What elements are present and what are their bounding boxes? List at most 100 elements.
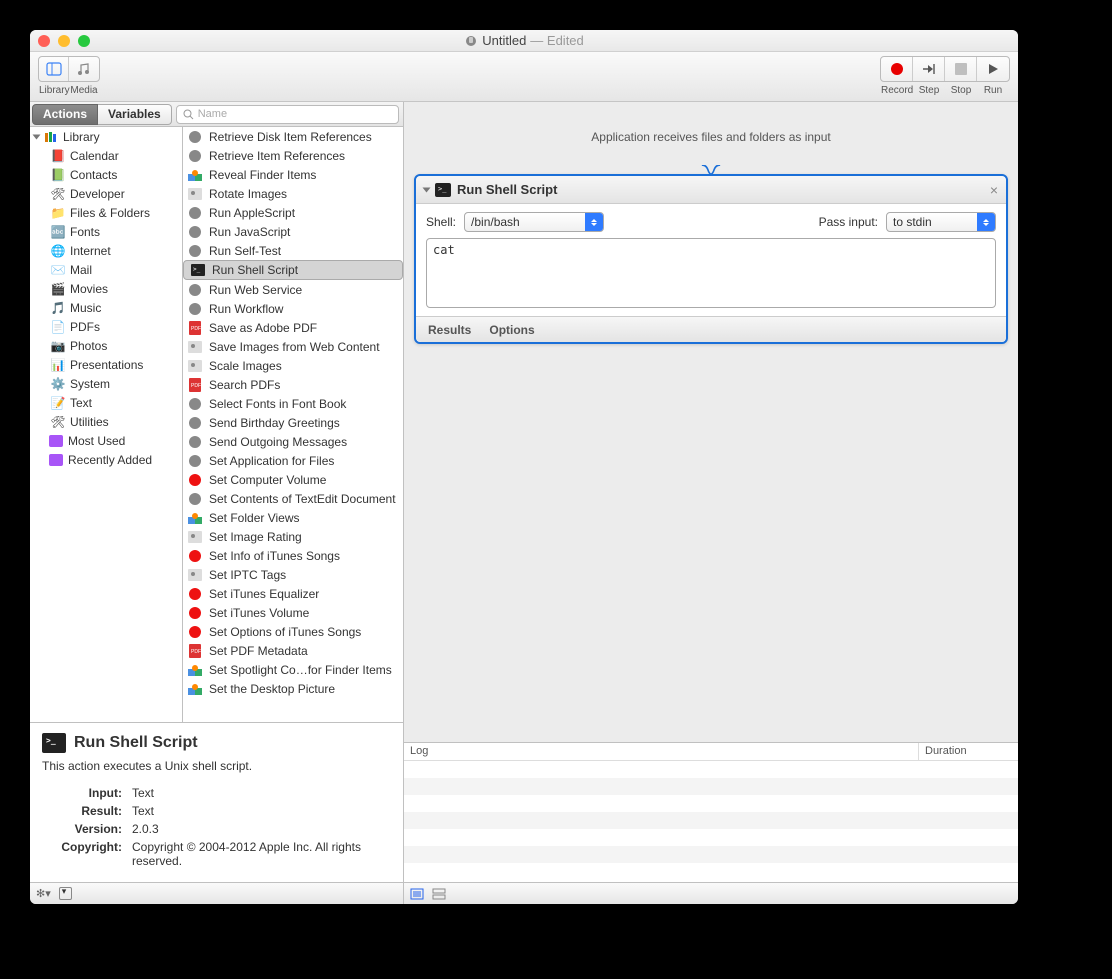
options-tab[interactable]: Options	[489, 323, 534, 337]
action-label: Run Self-Test	[209, 244, 281, 258]
library-root[interactable]: Library	[30, 127, 182, 146]
sidebar-item[interactable]: 📄PDFs	[30, 317, 182, 336]
sidebar-item[interactable]: 📗Contacts	[30, 165, 182, 184]
action-list-item[interactable]: Set Image Rating	[183, 527, 403, 546]
titlebar[interactable]: Untitled — Edited	[30, 30, 1018, 52]
sidebar-item[interactable]: 📝Text	[30, 393, 182, 412]
action-list-item[interactable]: Set iTunes Volume	[183, 603, 403, 622]
action-list-item[interactable]: Set Spotlight Co…for Finder Items	[183, 660, 403, 679]
action-list-item[interactable]: Retrieve Disk Item References	[183, 127, 403, 146]
log-column-header[interactable]: Log	[404, 743, 918, 760]
action-list-item[interactable]: Run AppleScript	[183, 203, 403, 222]
traffic-lights	[38, 35, 90, 47]
action-icon	[187, 453, 203, 469]
action-list-item[interactable]: >_Run Shell Script	[183, 260, 403, 280]
action-list-item[interactable]: Set iTunes Equalizer	[183, 584, 403, 603]
shell-select[interactable]: /bin/bash	[464, 212, 604, 232]
log-pane[interactable]: Log Duration	[404, 742, 1018, 882]
sidebar-item[interactable]: 🎬 Movies	[30, 279, 182, 298]
action-list-item[interactable]: PDFSearch PDFs	[183, 375, 403, 394]
duration-column-header[interactable]: Duration	[918, 743, 1018, 760]
actions-tab[interactable]: Actions	[32, 104, 98, 125]
sidebar-item[interactable]: 🛠Developer	[30, 184, 182, 203]
sidebar-item[interactable]: 📁Files & Folders	[30, 203, 182, 222]
step-button[interactable]	[913, 57, 945, 81]
category-sidebar[interactable]: Library 📕Calendar📗Contacts🛠Developer📁Fil…	[30, 127, 183, 722]
category-icon: 📷	[50, 338, 66, 354]
action-list-item[interactable]: Save Images from Web Content	[183, 337, 403, 356]
action-list-item[interactable]: Set the Desktop Picture	[183, 679, 403, 698]
action-list-item[interactable]: Reveal Finder Items	[183, 165, 403, 184]
action-list-item[interactable]: Send Birthday Greetings	[183, 413, 403, 432]
pass-input-label: Pass input:	[819, 215, 878, 229]
right-footer	[404, 882, 1018, 904]
sidebar-item-label: Internet	[70, 244, 111, 258]
recently-added[interactable]: Recently Added	[30, 450, 182, 469]
action-label: Set Folder Views	[209, 511, 300, 525]
action-list-item[interactable]: Run JavaScript	[183, 222, 403, 241]
action-list-item[interactable]: Set Contents of TextEdit Document	[183, 489, 403, 508]
pass-input-select[interactable]: to stdin	[886, 212, 996, 232]
sidebar-item[interactable]: 📷Photos	[30, 336, 182, 355]
media-label: Media	[69, 85, 99, 96]
media-button[interactable]	[69, 57, 99, 81]
action-label: Send Birthday Greetings	[209, 416, 340, 430]
action-list-item[interactable]: Send Outgoing Messages	[183, 432, 403, 451]
category-icon: 🎬	[50, 281, 66, 297]
sidebar-item[interactable]: 📊Presentations	[30, 355, 182, 374]
action-list-item[interactable]: PDFSet PDF Metadata	[183, 641, 403, 660]
sidebar-item[interactable]: 🔤Fonts	[30, 222, 182, 241]
library-root-label: Library	[63, 130, 100, 144]
workflow-action[interactable]: >_ Run Shell Script × Shell: /bin/bash P…	[414, 174, 1008, 344]
results-tab[interactable]: Results	[428, 323, 471, 337]
action-list-item[interactable]: Set Computer Volume	[183, 470, 403, 489]
action-list-item[interactable]: Set Options of iTunes Songs	[183, 622, 403, 641]
action-icon	[187, 129, 203, 145]
sidebar-item[interactable]: 🛠Utilities	[30, 412, 182, 431]
close-window-button[interactable]	[38, 35, 50, 47]
toggle-info-button[interactable]: ▾	[59, 887, 72, 900]
sidebar-item[interactable]: 🌐Internet	[30, 241, 182, 260]
library-toggle-button[interactable]	[39, 57, 69, 81]
minimize-window-button[interactable]	[58, 35, 70, 47]
action-list-item[interactable]: Set Application for Files	[183, 451, 403, 470]
zoom-window-button[interactable]	[78, 35, 90, 47]
remove-action-button[interactable]: ×	[990, 182, 998, 198]
action-list-item[interactable]: Run Workflow	[183, 299, 403, 318]
record-button[interactable]	[881, 57, 913, 81]
sidebar-item-label: Movies	[70, 282, 108, 296]
gear-menu[interactable]: ✻▾	[36, 887, 51, 900]
action-list-item[interactable]: Run Web Service	[183, 280, 403, 299]
disclosure-icon[interactable]	[423, 187, 431, 192]
search-input[interactable]: Name	[176, 105, 399, 124]
info-input-label: Input:	[44, 785, 126, 801]
action-label: Reveal Finder Items	[209, 168, 316, 182]
workflow-view-button[interactable]	[432, 888, 446, 900]
action-list[interactable]: Retrieve Disk Item ReferencesRetrieve It…	[183, 127, 403, 722]
info-description: This action executes a Unix shell script…	[42, 759, 391, 773]
most-used[interactable]: Most Used	[30, 431, 182, 450]
action-list-item[interactable]: Set Folder Views	[183, 508, 403, 527]
sidebar-item[interactable]: ✉️Mail	[30, 260, 182, 279]
stop-button[interactable]	[945, 57, 977, 81]
action-label: Select Fonts in Font Book	[209, 397, 346, 411]
action-list-item[interactable]: Run Self-Test	[183, 241, 403, 260]
action-list-item[interactable]: Set Info of iTunes Songs	[183, 546, 403, 565]
action-label: Set Options of iTunes Songs	[209, 625, 361, 639]
log-view-button[interactable]	[410, 888, 424, 900]
action-list-item[interactable]: Rotate Images	[183, 184, 403, 203]
disclosure-icon[interactable]	[33, 134, 41, 139]
action-list-item[interactable]: PDFSave as Adobe PDF	[183, 318, 403, 337]
action-list-item[interactable]: Set IPTC Tags	[183, 565, 403, 584]
variables-tab[interactable]: Variables	[98, 104, 172, 125]
action-list-item[interactable]: Select Fonts in Font Book	[183, 394, 403, 413]
sidebar-item[interactable]: 📕Calendar	[30, 146, 182, 165]
action-list-item[interactable]: Retrieve Item References	[183, 146, 403, 165]
sidebar-item[interactable]: 🎵Music	[30, 298, 182, 317]
run-button[interactable]	[977, 57, 1009, 81]
action-list-item[interactable]: Scale Images	[183, 356, 403, 375]
script-textarea[interactable]: cat	[426, 238, 996, 308]
workflow-canvas[interactable]: Application receives files and folders a…	[404, 102, 1018, 742]
sidebar-item[interactable]: ⚙️System	[30, 374, 182, 393]
action-icon	[187, 339, 203, 355]
